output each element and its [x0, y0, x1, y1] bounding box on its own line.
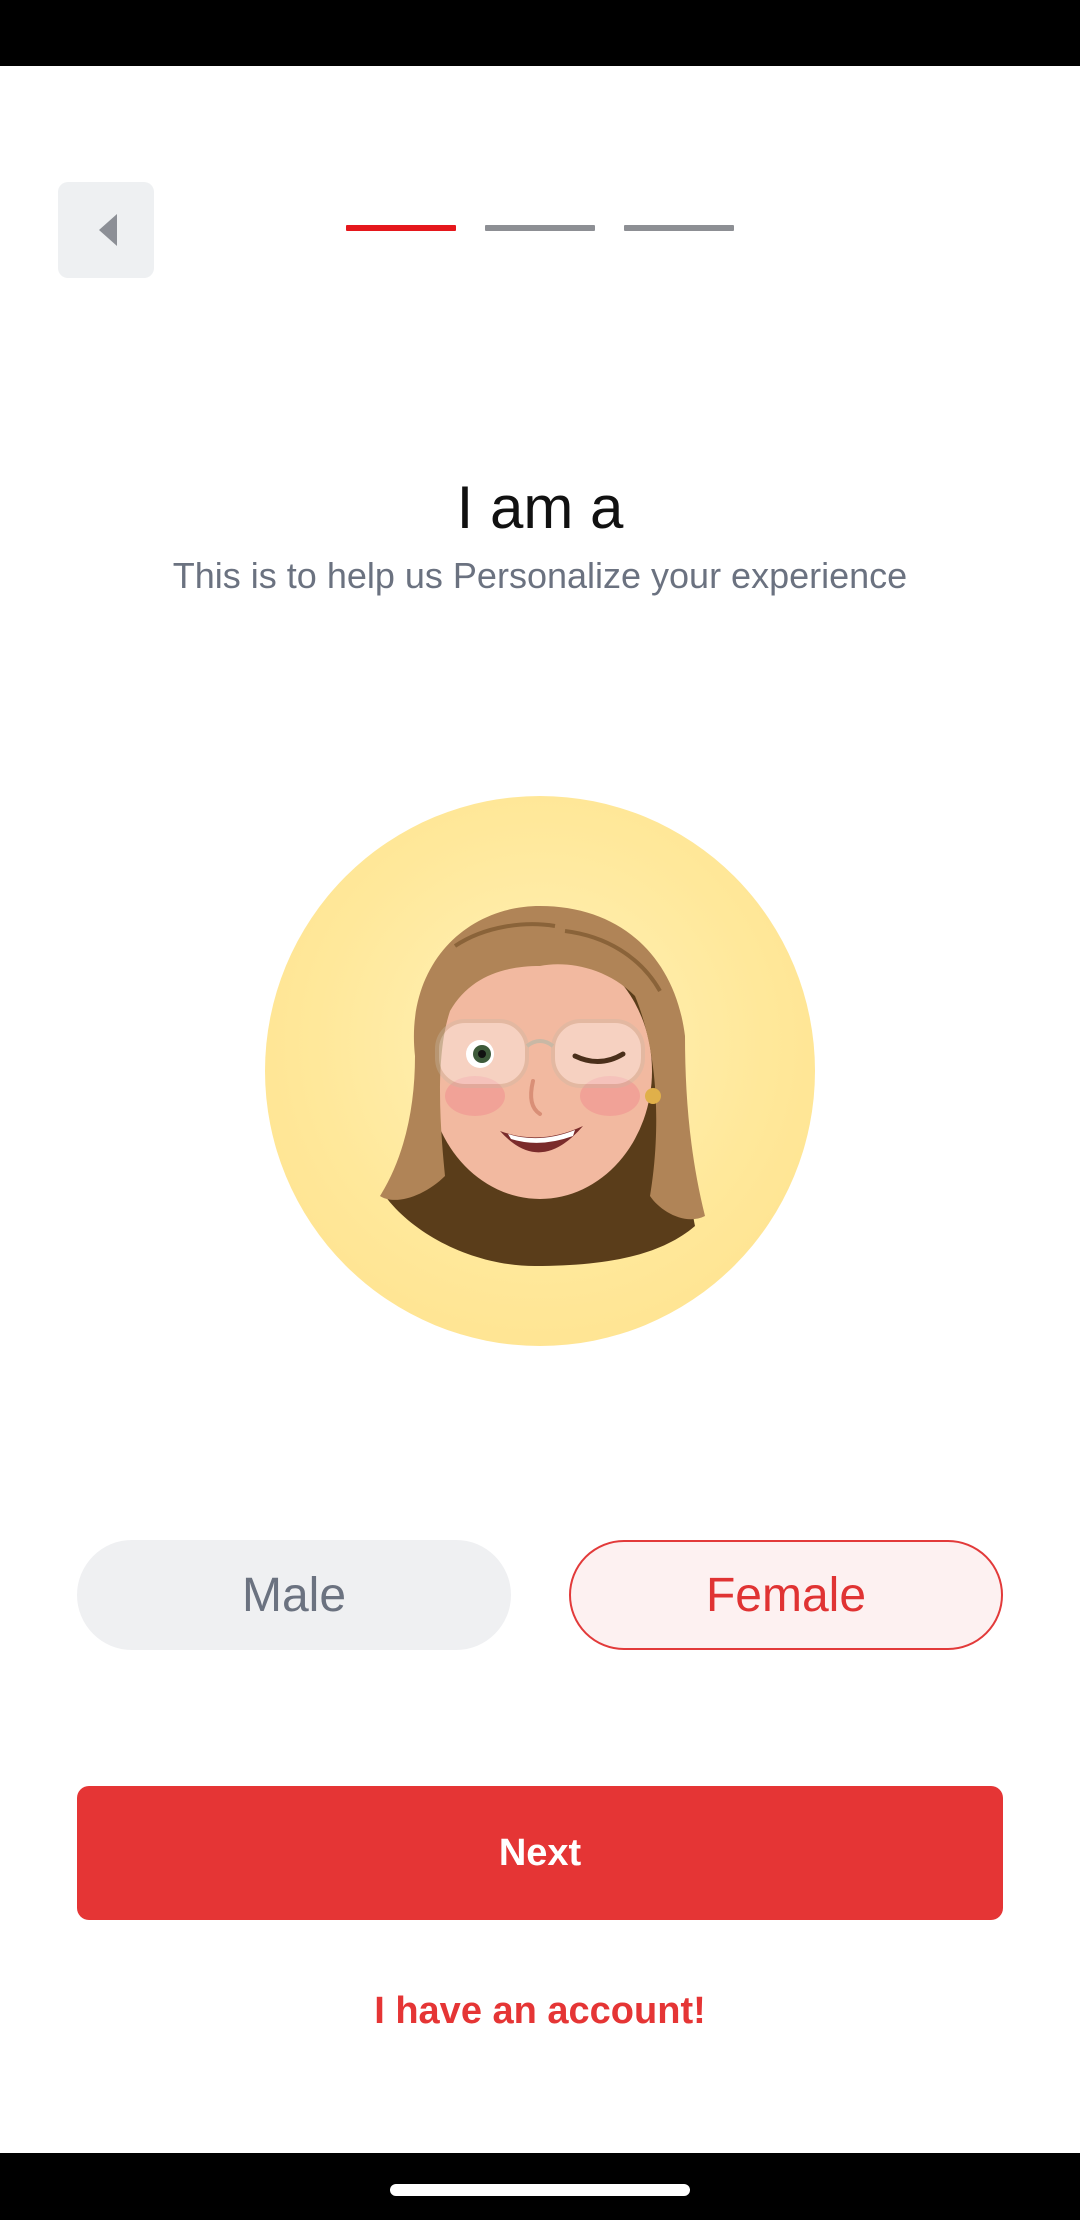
page-subtitle: This is to help us Personalize your expe… — [172, 555, 908, 596]
progress-step-2 — [485, 225, 595, 231]
chevron-left-icon — [99, 214, 117, 246]
avatar — [265, 796, 815, 1346]
next-button[interactable]: Next — [77, 1786, 1003, 1920]
home-indicator[interactable] — [390, 2184, 690, 2196]
back-button[interactable] — [58, 182, 154, 278]
progress-step-3 — [624, 225, 734, 231]
status-bar — [0, 0, 1080, 66]
female-option-button[interactable]: Female — [569, 1540, 1003, 1650]
page-title: I am a — [456, 474, 624, 541]
have-account-link[interactable]: I have an account! — [0, 1990, 1080, 2033]
female-avatar-icon — [380, 906, 705, 1266]
progress-step-1 — [346, 225, 456, 231]
male-option-button[interactable]: Male — [77, 1540, 511, 1650]
